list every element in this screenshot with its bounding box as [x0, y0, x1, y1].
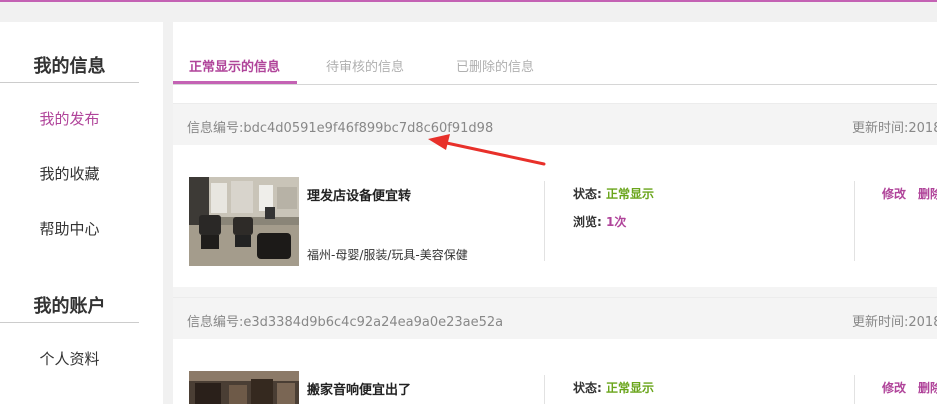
sidebar-divider: [0, 82, 139, 83]
sidebar-item-help-center[interactable]: 帮助中心: [0, 218, 139, 239]
tab-pending-review[interactable]: 待审核的信息: [326, 56, 404, 75]
tab-deleted[interactable]: 已删除的信息: [456, 56, 534, 75]
record-update-time: 更新时间:2018: [852, 121, 937, 136]
delete-button[interactable]: 删除: [918, 379, 937, 396]
annotation-arrow-icon: [428, 134, 546, 166]
sidebar-divider: [0, 322, 139, 323]
column-divider: [544, 375, 545, 404]
views-row: 浏览: 1次: [573, 213, 626, 230]
record-title[interactable]: 理发店设备便宜转: [307, 185, 411, 204]
column-divider: [854, 375, 855, 404]
status-label: 状态:: [573, 381, 602, 395]
views-label: 浏览:: [573, 215, 602, 229]
sidebar-item-favorites[interactable]: 我的收藏: [0, 163, 139, 184]
main-content: 正常显示的信息 待审核的信息 已删除的信息 信息编号:bdc4d0591e9f4…: [173, 22, 937, 404]
record-update-time: 更新时间:2018: [852, 315, 937, 330]
tab-bar: 正常显示的信息 待审核的信息 已删除的信息: [173, 22, 937, 85]
record-category: 福州-母婴/服装/玩具-美容保健: [307, 248, 468, 262]
views-count: 1次: [606, 215, 627, 229]
list-item: 信息编号:e3d3384d9b6c4c92a24ea9a0e23ae52a 更新…: [173, 297, 937, 404]
top-accent-bar: [0, 0, 937, 2]
tab-normal-display[interactable]: 正常显示的信息: [189, 56, 280, 75]
status-badge: 正常显示: [606, 381, 655, 395]
status-row: 状态: 正常显示: [573, 379, 654, 396]
delete-button[interactable]: 删除: [918, 185, 937, 202]
record-title[interactable]: 搬家音响便宜出了: [307, 379, 411, 398]
record-thumbnail[interactable]: [189, 371, 299, 404]
sidebar-item-my-posts[interactable]: 我的发布: [0, 108, 139, 129]
edit-button[interactable]: 修改: [882, 185, 906, 202]
sidebar: 我的信息 我的发布 我的收藏 帮助中心 我的账户 个人资料: [0, 22, 163, 404]
status-badge: 正常显示: [606, 187, 655, 201]
record-separator: [173, 287, 937, 297]
record-header: 信息编号:bdc4d0591e9f46f899bc7d8c60f91d98 更新…: [173, 103, 937, 145]
record-id: 信息编号:e3d3384d9b6c4c92a24ea9a0e23ae52a: [187, 315, 504, 330]
column-divider: [544, 181, 545, 261]
active-tab-indicator: [173, 81, 297, 84]
sidebar-section-my-account: 我的账户: [33, 296, 106, 317]
status-label: 状态:: [573, 187, 602, 201]
column-divider: [854, 181, 855, 261]
edit-button[interactable]: 修改: [882, 379, 906, 396]
sidebar-section-my-info: 我的信息: [33, 56, 106, 77]
record-header: 信息编号:e3d3384d9b6c4c92a24ea9a0e23ae52a 更新…: [173, 297, 937, 339]
list-item: 信息编号:bdc4d0591e9f46f899bc7d8c60f91d98 更新…: [173, 103, 937, 297]
record-thumbnail[interactable]: [189, 177, 299, 266]
sidebar-item-profile[interactable]: 个人资料: [0, 348, 139, 369]
status-row: 状态: 正常显示: [573, 185, 654, 202]
